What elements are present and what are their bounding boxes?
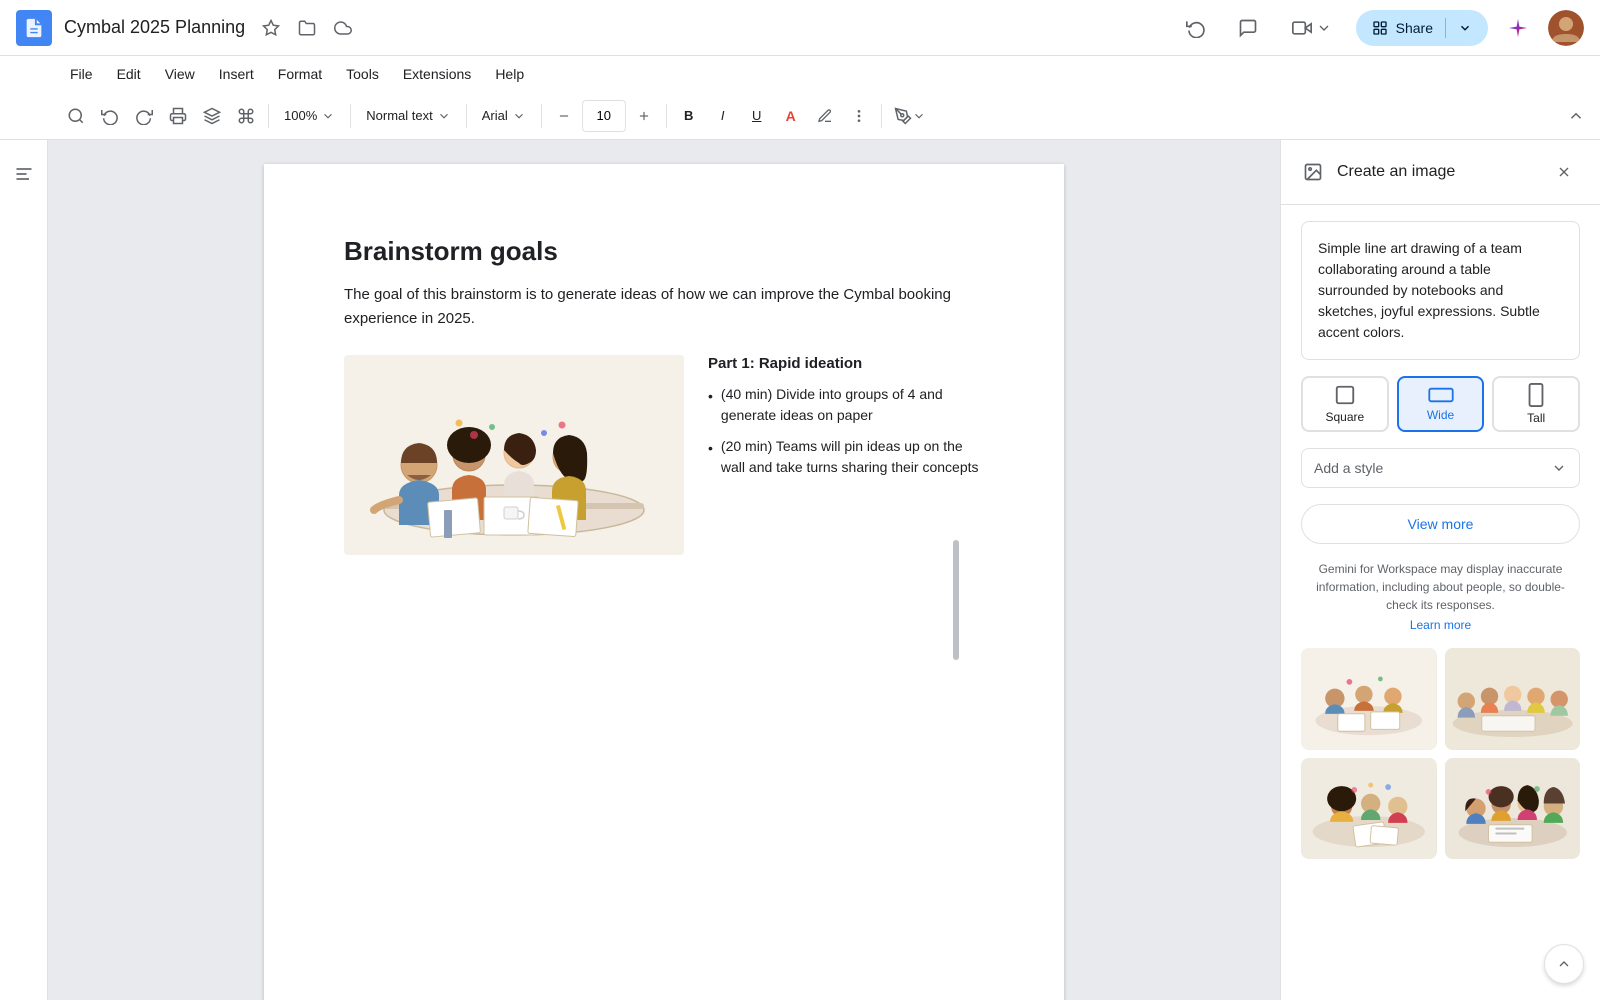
folder-button[interactable] [293,14,321,42]
document-scrollbar-thumb[interactable] [953,540,959,660]
document-intro[interactable]: The goal of this brainstorm is to genera… [344,283,984,331]
search-button[interactable] [60,100,92,132]
more-options-button[interactable] [843,100,875,132]
toolbar: 100% Normal text Arial 10 B I [0,92,1600,140]
meet-button[interactable] [1280,10,1344,46]
generated-image-3[interactable] [1301,758,1437,860]
create-image-icon [1301,160,1325,184]
menu-view[interactable]: View [155,62,205,86]
panel-title: Create an image [1337,163,1536,181]
comments-button[interactable] [1228,8,1268,48]
menu-file[interactable]: File [60,62,103,86]
font-size-decrease-button[interactable] [548,100,580,132]
prompt-textbox[interactable]: Simple line art drawing of a team collab… [1301,221,1580,360]
generated-image-1[interactable] [1301,648,1437,750]
history-button[interactable] [1176,8,1216,48]
generated-image-4[interactable] [1445,758,1581,860]
font-size-increase-button[interactable] [628,100,660,132]
outline-toggle-button[interactable] [6,156,42,192]
panel-close-button[interactable] [1548,156,1580,188]
paint-format-button[interactable] [230,100,262,132]
menu-extensions[interactable]: Extensions [393,62,481,86]
aspect-tall-button[interactable]: Tall [1492,376,1580,432]
undo-button[interactable] [94,100,126,132]
panel-header: Create an image [1281,140,1600,205]
document-right-content: Part 1: Rapid ideation (40 min) Divide i… [708,355,984,488]
menu-format[interactable]: Format [268,62,332,86]
user-avatar[interactable] [1548,10,1584,46]
spelling-button[interactable] [196,100,228,132]
aspect-wide-button[interactable]: Wide [1397,376,1485,432]
font-select[interactable]: Arial [473,100,535,132]
text-color-button[interactable]: A [775,100,807,132]
image-grid [1301,648,1580,859]
pen-tool-button[interactable] [888,100,932,132]
disclaimer-text: Gemini for Workspace may display inaccur… [1301,560,1580,614]
header-right: Share [1176,8,1584,48]
generated-image-2[interactable] [1445,648,1581,750]
menu-insert[interactable]: Insert [209,62,264,86]
style-select[interactable]: Add a style [1301,448,1580,488]
document-page: Brainstorm goals The goal of this brains… [264,164,1064,1000]
bullet-2[interactable]: (20 min) Teams will pin ideas up on the … [708,436,984,478]
main-area: Brainstorm goals The goal of this brains… [0,140,1600,1000]
menu-bar: File Edit View Insert Format Tools Exten… [0,56,1600,92]
title-icons [257,14,357,42]
scroll-top-button[interactable] [1544,944,1584,984]
gemini-button[interactable] [1500,10,1536,46]
part1-title[interactable]: Part 1: Rapid ideation [708,355,984,372]
paragraph-style-select[interactable]: Normal text [357,100,459,132]
share-label: Share [1396,20,1433,36]
app-icon [16,10,52,46]
panel-body: Simple line art drawing of a team collab… [1281,205,1600,1000]
bullet-1[interactable]: (40 min) Divide into groups of 4 and gen… [708,384,984,426]
menu-tools[interactable]: Tools [336,62,389,86]
highlight-button[interactable] [809,100,841,132]
print-button[interactable] [162,100,194,132]
aspect-ratio-buttons: Square Wide Tall [1301,376,1580,432]
font-size-input[interactable]: 10 [582,100,626,132]
title-bar: Cymbal 2025 Planning [0,0,1600,56]
underline-button[interactable]: U [741,100,773,132]
share-button[interactable]: Share [1356,10,1488,46]
document-title: Cymbal 2025 Planning [64,17,245,38]
menu-edit[interactable]: Edit [107,62,151,86]
italic-button[interactable]: I [707,100,739,132]
learn-more-link[interactable]: Learn more [1301,618,1580,632]
zoom-select[interactable]: 100% [275,100,344,132]
menu-help[interactable]: Help [485,62,534,86]
aspect-square-button[interactable]: Square [1301,376,1389,432]
sidebar-toggle [0,140,48,1000]
star-button[interactable] [257,14,285,42]
document-scrollbar[interactable] [952,140,960,1000]
document-image[interactable] [344,355,684,555]
redo-button[interactable] [128,100,160,132]
right-panel: Create an image Simple line art drawing … [1280,140,1600,1000]
document-area: Brainstorm goals The goal of this brains… [48,140,1280,1000]
document-heading[interactable]: Brainstorm goals [344,236,984,267]
cloud-button[interactable] [329,14,357,42]
collapse-toolbar-button[interactable] [1560,100,1592,132]
document-two-column: Part 1: Rapid ideation (40 min) Divide i… [344,355,984,555]
view-more-button[interactable]: View more [1301,504,1580,544]
bold-button[interactable]: B [673,100,705,132]
